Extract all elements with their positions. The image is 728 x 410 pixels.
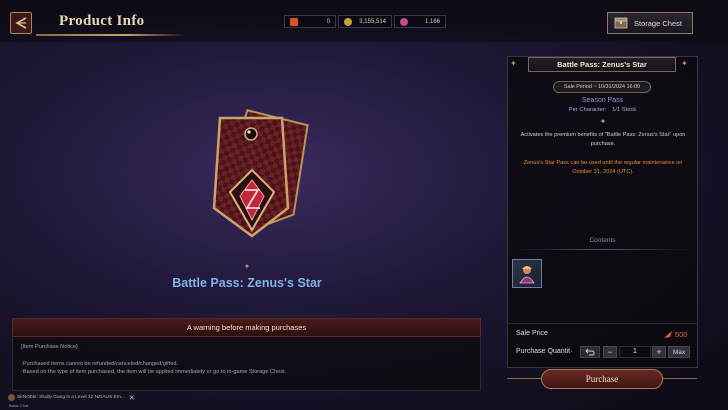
back-button[interactable] [10, 12, 32, 34]
battle-pass-item-image [212, 109, 309, 238]
price-divider [507, 323, 698, 324]
plus-icon: + [656, 347, 662, 357]
chat-tag: Basic Chat [9, 403, 29, 408]
gem-icon [400, 17, 408, 26]
feather-icon [290, 17, 298, 26]
per-character-limit: Per Character: 1/1 Stock [507, 107, 698, 113]
page-title: Product Info [59, 13, 145, 29]
warning-line: ·Based on the type of item purchased, th… [21, 369, 287, 375]
quantity-label: Purchase Quantit· [516, 348, 573, 355]
chat-avatar-icon [8, 394, 15, 401]
chat-bar[interactable]: SirNOble: Skully Gang is a Level 12 NZ/A… [8, 393, 138, 402]
currency-value: 1,166 [424, 18, 440, 25]
ornament-right-icon: ✦ [681, 59, 688, 68]
currency-feather: 0 [284, 15, 336, 28]
contents-item-slot[interactable] [512, 259, 542, 288]
warning-body: [Item Purchase Notice] ·Purchased items … [12, 337, 481, 391]
per-character-label: Per Character: [568, 107, 607, 113]
purchase-ornament-right [663, 378, 697, 379]
title-underline [36, 34, 186, 36]
minus-icon: − [607, 347, 613, 357]
storage-chest-label: Storage Chest [634, 18, 682, 28]
warning-line: [Item Purchase Notice] [21, 344, 78, 350]
close-icon[interactable]: ✕ [129, 394, 135, 402]
sale-price-label: Sale Price [516, 330, 548, 337]
sale-price-value: 500 [675, 330, 688, 339]
warning-line: ·Purchased items cannot be refunded/canc… [21, 360, 179, 367]
currency-gem: 1,166 [394, 15, 446, 28]
feather-icon [664, 331, 672, 338]
item-notice: Zenus's Star Pass can be used until the … [523, 160, 683, 175]
reward-item-icon [519, 265, 535, 283]
ornament-left-icon: ✦ [510, 59, 517, 68]
warning-header: A warning before making purchases [12, 318, 481, 337]
quantity-input[interactable]: 1 [619, 346, 651, 358]
currency-value: 0 [326, 18, 330, 25]
quantity-max-button[interactable]: Max [668, 346, 690, 358]
contents-divider [512, 249, 693, 250]
item-type: Season Pass [581, 97, 624, 104]
sale-period-badge: Sale Period ~ 10/31/2024 16:00 [553, 81, 651, 93]
panel-title: Battle Pass: Zenus's Star [528, 57, 676, 72]
chest-icon [614, 17, 628, 29]
stock-value: 1/1 Stock [612, 107, 637, 113]
quantity-decrease-button[interactable]: − [603, 346, 617, 358]
purchase-button[interactable]: Purchase [541, 369, 663, 389]
gold-coin-icon [344, 17, 352, 26]
item-name: Battle Pass: Zenus's Star [172, 276, 322, 290]
item-description: Activates the premium benefits of "Battl… [520, 132, 686, 147]
divider-ornament: ✦ [599, 117, 607, 126]
back-arrow-icon [15, 17, 27, 29]
quantity-reset-button[interactable] [580, 346, 600, 358]
quantity-increase-button[interactable]: + [652, 346, 666, 358]
currency-value: 3,155,514 [359, 18, 386, 25]
currency-gold: 3,155,514 [338, 15, 392, 28]
storage-chest-button[interactable]: Storage Chest [607, 12, 693, 34]
sale-price: 500 [664, 330, 688, 339]
undo-icon [585, 348, 595, 356]
purchase-ornament-left [507, 378, 541, 379]
divider-ornament: ✦ [243, 262, 251, 271]
contents-label: Contents [589, 237, 616, 244]
warning-line [21, 352, 472, 360]
chat-message: SirNOble: Skully Gang is a Level 12 NZ/A… [17, 395, 125, 400]
